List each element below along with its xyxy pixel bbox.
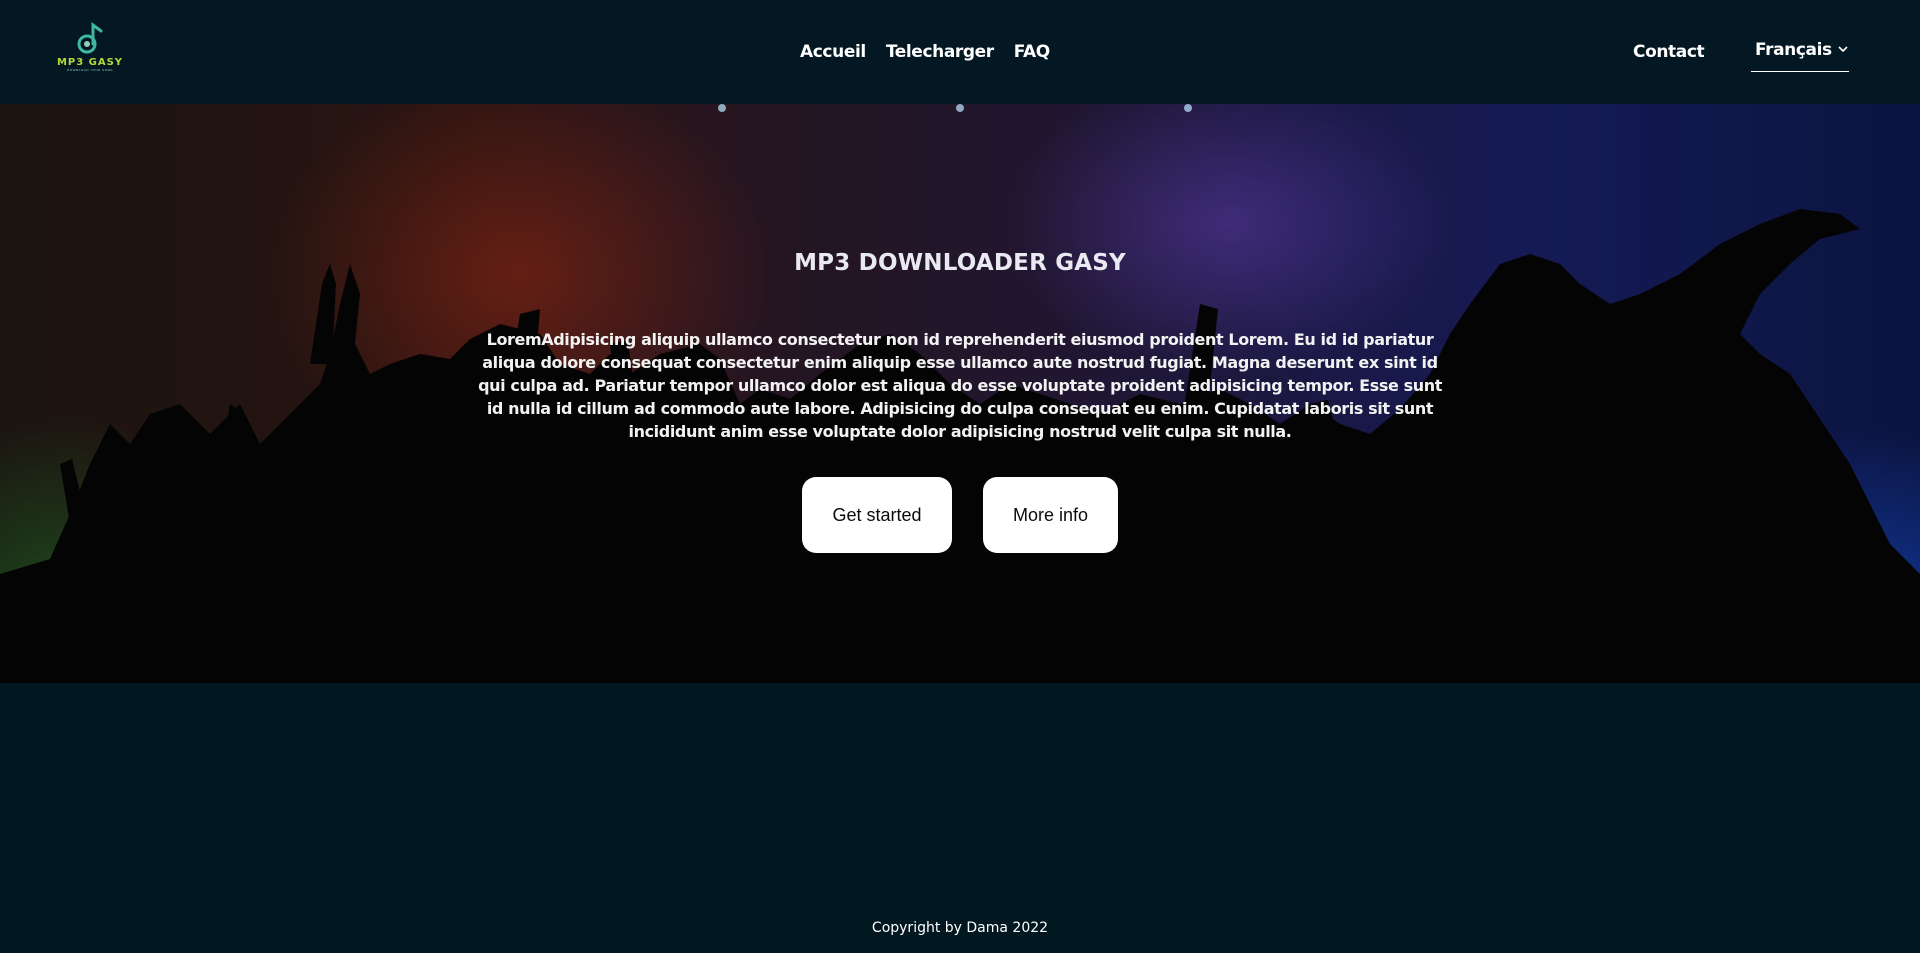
nav-link-telecharger[interactable]: Telecharger: [886, 42, 994, 62]
nav-link-contact[interactable]: Contact: [1633, 42, 1705, 62]
footer-copyright: Copyright by Dama 2022: [871, 920, 1049, 936]
hero-title: MP3 DOWNLOADER GASY: [794, 250, 1126, 276]
navbar: MP3 GASY DOWNLOAD YOUR SONG Accueil Tele…: [0, 0, 1920, 104]
music-note-icon: [77, 22, 103, 54]
hero-content: MP3 DOWNLOADER GASY LoremAdipisicing ali…: [0, 104, 1920, 683]
language-select[interactable]: Français: [1751, 40, 1849, 72]
nav-link-faq[interactable]: FAQ: [1014, 42, 1050, 62]
page: MP3 GASY DOWNLOAD YOUR SONG Accueil Tele…: [0, 0, 1920, 953]
more-info-button[interactable]: More info: [983, 477, 1118, 553]
chevron-down-icon: [1838, 46, 1848, 53]
main-nav: Accueil Telecharger FAQ: [800, 42, 1050, 62]
hero-description: LoremAdipisicing aliquip ullamco consect…: [478, 330, 1442, 441]
language-select-value: Français: [1755, 40, 1832, 60]
nav-link-accueil[interactable]: Accueil: [800, 42, 866, 62]
logo-tagline: DOWNLOAD YOUR SONG: [66, 68, 114, 72]
logo[interactable]: MP3 GASY DOWNLOAD YOUR SONG: [56, 22, 124, 80]
get-started-button[interactable]: Get started: [802, 477, 952, 553]
hero-section: MP3 DOWNLOADER GASY LoremAdipisicing ali…: [0, 104, 1920, 683]
logo-text: MP3 GASY: [56, 57, 124, 68]
